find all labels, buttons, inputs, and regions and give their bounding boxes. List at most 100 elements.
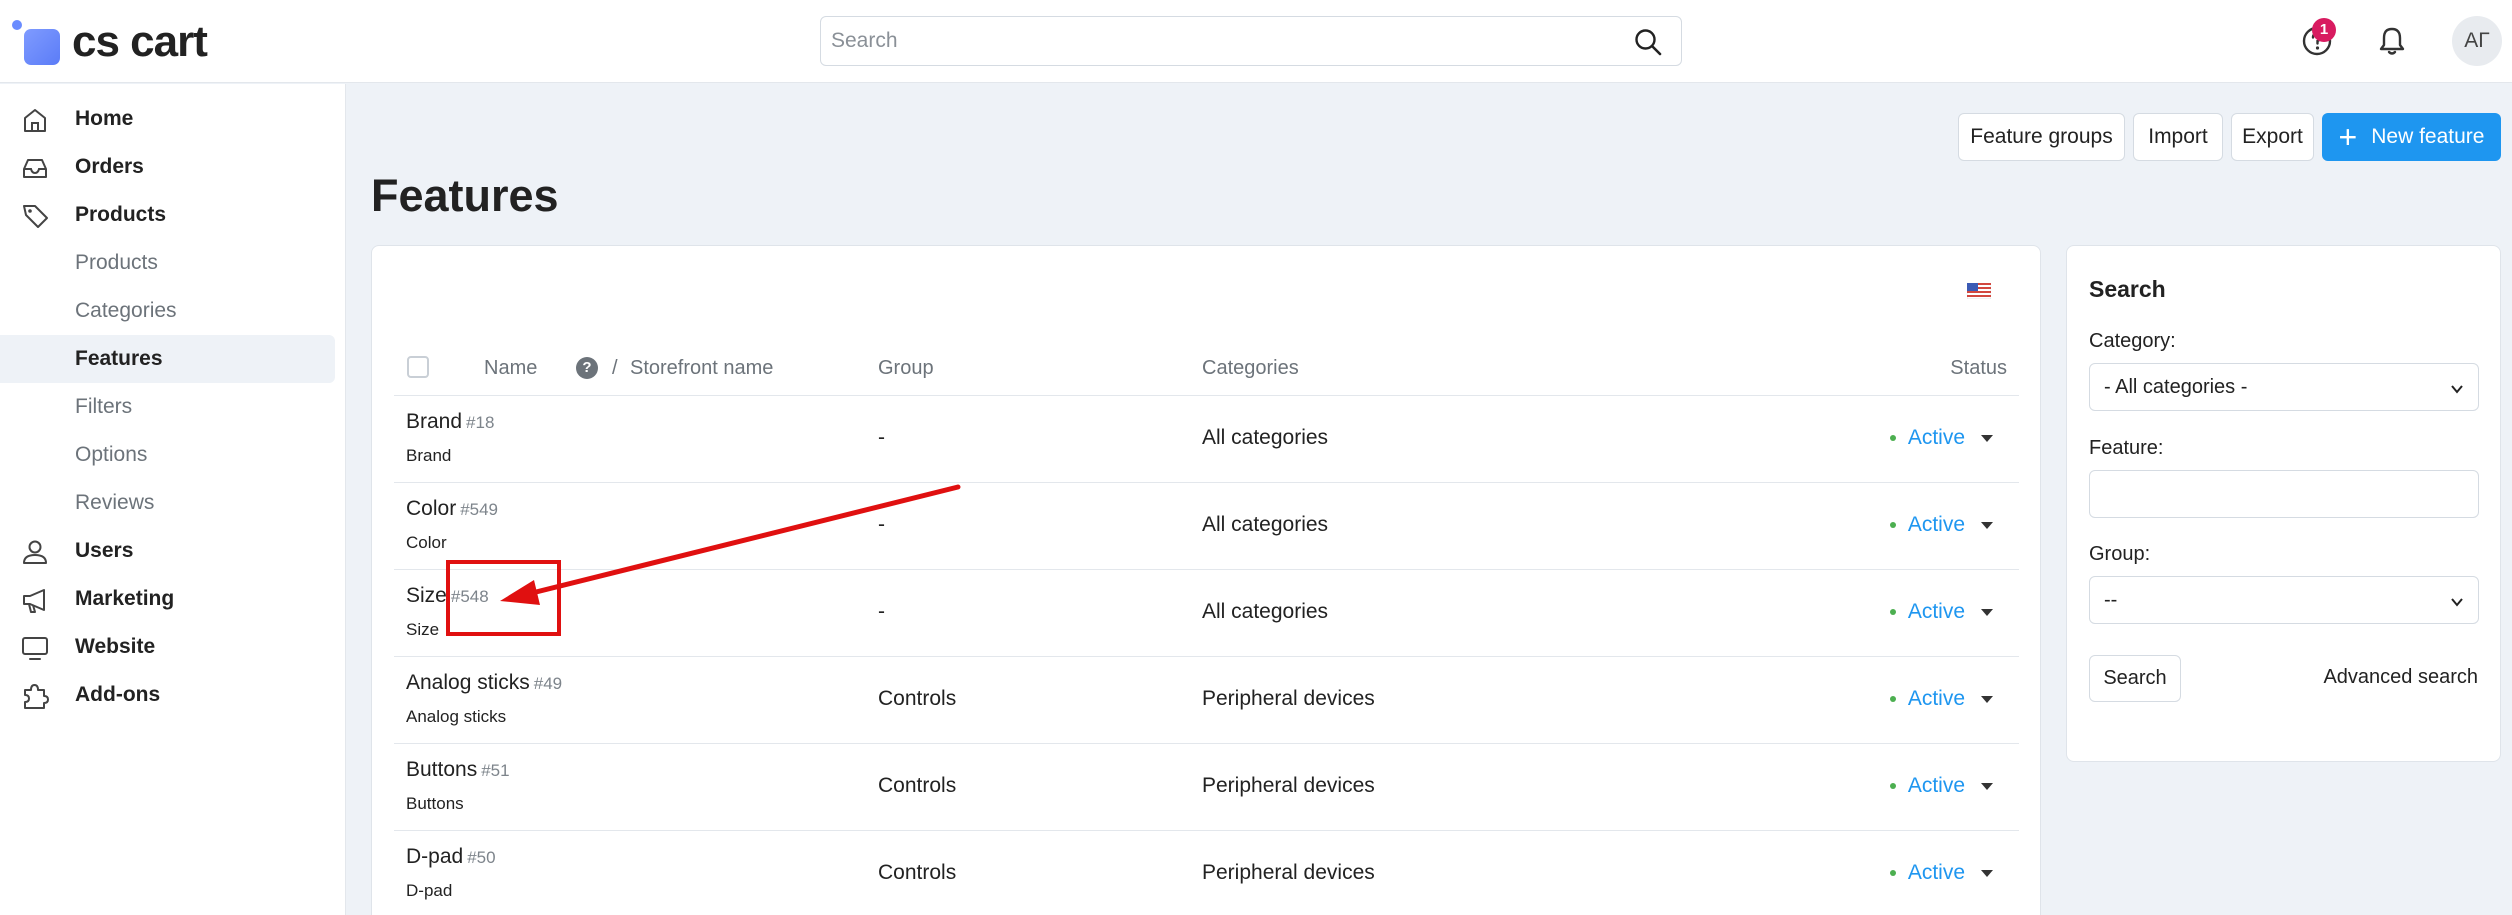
column-name[interactable]: Name	[484, 350, 537, 396]
sidebar-item-label: Website	[75, 635, 156, 658]
sidebar-item-label: Add-ons	[75, 683, 161, 706]
feature-input[interactable]	[2089, 470, 2479, 518]
search-panel: Search Category: - All categories - Feat…	[2066, 245, 2501, 762]
sidebar: Home Orders Products Products Categories…	[0, 84, 346, 915]
caret-down-icon	[1981, 782, 1993, 790]
storefront-name: Analog sticks	[406, 707, 507, 726]
feature-name-link[interactable]: Brand #18	[406, 410, 494, 434]
storefront-name: Brand	[406, 446, 452, 465]
group-label: Group:	[2089, 543, 2151, 565]
page-title: Features	[371, 170, 559, 221]
caret-down-icon	[1981, 608, 1993, 616]
advanced-search-link[interactable]: Advanced search	[2323, 666, 2478, 689]
table-row[interactable]: Buttons #51 Buttons Controls Peripheral d…	[394, 744, 2019, 831]
caret-down-icon	[1981, 695, 1993, 703]
us-flag-icon[interactable]	[1967, 283, 1991, 299]
status-dropdown[interactable]: Active	[1889, 600, 1993, 624]
import-button[interactable]: Import	[2133, 113, 2223, 161]
inbox-icon	[23, 159, 47, 178]
plus-icon: +	[2338, 119, 2358, 155]
feature-categories: Peripheral devices	[1202, 861, 1375, 884]
caret-down-icon	[1981, 434, 1993, 442]
status-dot	[1889, 522, 1896, 528]
tag-icon	[23, 205, 48, 228]
megaphone-icon	[23, 589, 45, 613]
sidebar-subitem-categories[interactable]: Categories	[0, 287, 335, 335]
help-tooltip-icon[interactable]: ?	[576, 357, 598, 379]
chevron-down-icon	[2451, 385, 2463, 394]
status-dropdown[interactable]: Active	[1889, 513, 1993, 537]
feature-group: Controls	[878, 861, 957, 884]
feature-name-link[interactable]: Buttons #51	[406, 758, 510, 782]
sidebar-subitem-reviews[interactable]: Reviews	[0, 479, 335, 527]
sidebar-item-website[interactable]: Website	[0, 623, 335, 671]
feature-categories: All categories	[1202, 600, 1329, 623]
sidebar-subitem-options[interactable]: Options	[0, 431, 335, 479]
sidebar-subitem-filters[interactable]: Filters	[0, 383, 335, 431]
sidebar-item-label: Home	[75, 107, 134, 130]
feature-name-link[interactable]: Analog sticks #49	[406, 671, 562, 695]
status-dropdown[interactable]: Active	[1889, 687, 1993, 711]
sidebar-item-home[interactable]: Home	[0, 95, 335, 143]
sidebar-item-products[interactable]: Products	[0, 191, 335, 239]
column-separator: /	[612, 357, 618, 379]
bell-icon[interactable]	[2373, 22, 2411, 60]
search-icon[interactable]	[1633, 27, 1663, 57]
category-select[interactable]: - All categories -	[2089, 363, 2479, 411]
sidebar-item-label: Features	[75, 347, 163, 370]
new-feature-label: New feature	[2371, 125, 2485, 148]
group-select[interactable]: --	[2089, 576, 2479, 624]
status-dot	[1889, 870, 1896, 876]
sidebar-subitem-products[interactable]: Products	[0, 239, 335, 287]
feature-id: #18	[466, 413, 495, 432]
status-dot	[1889, 609, 1896, 615]
select-all-checkbox[interactable]	[407, 356, 429, 378]
search-panel-title: Search	[2089, 276, 2166, 302]
feature-group: -	[878, 426, 885, 449]
logo-icon	[12, 17, 62, 67]
feature-group: Controls	[878, 774, 957, 797]
table-row[interactable]: Brand #18 Brand - All categories Active	[394, 396, 2019, 483]
feature-group: Controls	[878, 687, 957, 710]
sidebar-item-orders[interactable]: Orders	[0, 143, 335, 191]
sidebar-item-users[interactable]: Users	[0, 527, 335, 575]
new-feature-button[interactable]: + New feature	[2322, 113, 2501, 161]
sidebar-subitem-features[interactable]: Features	[0, 335, 335, 383]
feature-categories: All categories	[1202, 426, 1329, 449]
status-dropdown[interactable]: Active	[1889, 426, 1993, 450]
puzzle-icon	[24, 684, 49, 709]
table-row[interactable]: Color #549 Color - All categories Active	[394, 483, 2019, 570]
search-input[interactable]	[821, 17, 1611, 65]
storefront-name: Size	[406, 620, 440, 639]
feature-name-link[interactable]: Size #548	[406, 584, 489, 608]
status-dropdown[interactable]: Active	[1889, 861, 1993, 885]
feature-group: -	[878, 513, 885, 536]
category-select-value: - All categories -	[2104, 376, 2248, 398]
feature-name-link[interactable]: Color #549	[406, 497, 498, 521]
column-status[interactable]: Status	[1950, 350, 2007, 396]
table-row[interactable]: Analog sticks #49 Analog sticks Controls …	[394, 657, 2019, 744]
monitor-icon	[22, 637, 48, 660]
status-dot	[1889, 783, 1896, 789]
status-dropdown[interactable]: Active	[1889, 774, 1993, 798]
chevron-down-icon	[2451, 598, 2463, 607]
sidebar-item-label: Products	[75, 203, 167, 226]
feature-groups-button[interactable]: Feature groups	[1958, 113, 2125, 161]
export-button[interactable]: Export	[2231, 113, 2314, 161]
top-bar: cs cart 1 АГ	[0, 0, 2512, 83]
sidebar-item-addons[interactable]: Add-ons	[0, 671, 335, 719]
feature-name-link[interactable]: D-pad #50	[406, 845, 496, 869]
avatar[interactable]: АГ	[2452, 16, 2502, 66]
table-row[interactable]: D-pad #50 D-pad Controls Peripheral devic…	[394, 831, 2019, 915]
table-row[interactable]: Size #548 Size - All categories Active	[394, 570, 2019, 657]
sidebar-item-marketing[interactable]: Marketing	[0, 575, 335, 623]
feature-id: #549	[460, 500, 499, 519]
column-storefront-name: Storefront name	[630, 357, 774, 379]
search-button[interactable]: Search	[2089, 655, 2181, 702]
group-select-value: --	[2104, 589, 2118, 611]
logo[interactable]: cs cart	[12, 14, 208, 70]
sidebar-item-label: Options	[75, 443, 148, 466]
caret-down-icon	[1981, 521, 1993, 529]
category-label: Category:	[2089, 330, 2176, 352]
column-group[interactable]: Group	[878, 350, 934, 396]
